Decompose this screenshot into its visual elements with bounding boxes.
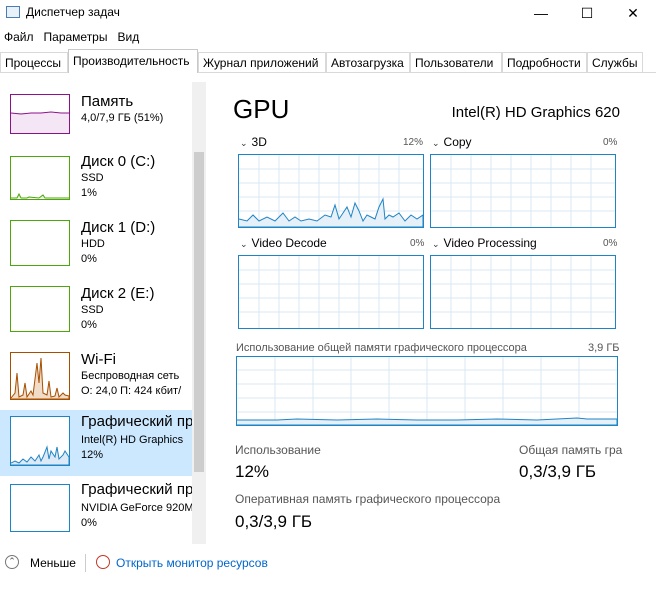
engine-copy-selector[interactable]: ⌄ Copy <box>432 135 472 149</box>
gpu-memory-value: 0,3/3,9 ГБ <box>235 512 313 531</box>
disk0-thumbnail <box>10 156 70 200</box>
sidebar-item-value: 0% <box>81 319 97 331</box>
shared-total-label: Общая память гра <box>519 443 623 457</box>
page-title: GPU <box>233 94 290 124</box>
close-button[interactable]: ✕ <box>610 0 656 26</box>
chevron-down-icon: ⌄ <box>432 239 440 249</box>
disk2-thumbnail <box>10 286 70 332</box>
engine-video-decode-label: Video Decode <box>251 236 327 250</box>
sidebar-item-detail: 4,0/7,9 ГБ (51%) <box>81 112 164 124</box>
open-resource-monitor-link[interactable]: Открыть монитор ресурсов <box>116 556 268 570</box>
chevron-up-icon[interactable]: ⌃ <box>5 555 19 569</box>
engine-3d-percent: 12% <box>403 137 424 148</box>
chevron-down-icon: ⌄ <box>240 239 248 249</box>
chevron-down-icon: ⌄ <box>432 138 440 148</box>
sidebar-item-name: Память <box>81 93 134 110</box>
sidebar-scrollbar[interactable] <box>192 82 206 544</box>
menu-options[interactable]: Параметры <box>40 27 114 44</box>
gpu-model-name: Intel(R) HD Graphics 620 <box>451 104 620 121</box>
menu-file[interactable]: Файл <box>0 27 40 44</box>
engine-copy-graph <box>430 154 616 228</box>
usage-value: 12% <box>235 462 270 481</box>
disk1-thumbnail <box>10 220 70 266</box>
sidebar-item-wifi[interactable]: Wi-Fi Беспроводная сеть О: 24,0 П: 424 к… <box>0 348 192 414</box>
engine-3d-graph <box>238 154 424 228</box>
tab-details[interactable]: Подробности <box>502 52 587 72</box>
sidebar-item-name: Графический пр <box>81 481 192 498</box>
tab-startup[interactable]: Автозагрузка <box>326 52 410 72</box>
wifi-thumbnail <box>10 352 70 400</box>
fewer-details-button[interactable]: Меньше <box>30 556 76 570</box>
shared-memory-max: 3,9 ГБ <box>588 342 620 354</box>
engine-video-processing-graph <box>430 255 616 329</box>
sidebar-item-detail: HDD <box>81 238 105 250</box>
tab-processes[interactable]: Процессы <box>0 52 68 72</box>
scrollbar-thumb[interactable] <box>194 152 204 472</box>
engine-copy-label: Copy <box>443 135 472 149</box>
window-title: Диспетчер задач <box>26 5 120 19</box>
sidebar-item-name: Диск 2 (E:) <box>81 285 155 302</box>
gpu1-thumbnail <box>10 484 70 532</box>
sidebar-item-memory[interactable]: Память 4,0/7,9 ГБ (51%) <box>0 90 192 156</box>
usage-label: Использование <box>235 443 321 457</box>
chevron-down-icon: ⌄ <box>240 138 248 148</box>
footer-bar: ⌃ Меньше Открыть монитор ресурсов <box>0 552 656 578</box>
engine-video-processing-label: Video Processing <box>443 236 537 250</box>
engine-video-decode-selector[interactable]: ⌄ Video Decode <box>240 236 327 250</box>
sidebar-item-name: Wi-Fi <box>81 351 116 368</box>
sidebar-item-gpu0[interactable]: Графический пр Intel(R) HD Graphics 12% <box>0 410 192 476</box>
sidebar-item-disk2[interactable]: Диск 2 (E:) SSD 0% <box>0 282 192 348</box>
shared-memory-label: Использование общей памяти графического … <box>236 342 527 354</box>
shared-total-value: 0,3/3,9 ГБ <box>519 462 597 481</box>
resource-sidebar: Память 4,0/7,9 ГБ (51%) Диск 0 (C:) SSD … <box>0 82 192 544</box>
menu-bar: Файл Параметры Вид <box>0 27 145 47</box>
task-manager-icon <box>6 6 20 18</box>
title-bar: Диспетчер задач — ☐ ✕ <box>0 0 656 26</box>
tab-performance[interactable]: Производительность <box>68 49 198 73</box>
sidebar-item-name: Диск 1 (D:) <box>81 219 156 236</box>
engine-video-decode-percent: 0% <box>410 238 425 249</box>
sidebar-item-detail: NVIDIA GeForce 920M <box>81 502 192 514</box>
sidebar-item-disk1[interactable]: Диск 1 (D:) HDD 0% <box>0 216 192 282</box>
engine-video-decode-graph <box>238 255 424 329</box>
sidebar-item-value: О: 24,0 П: 424 кбит/ <box>81 385 182 397</box>
tab-bar: Процессы Производительность Журнал прило… <box>0 49 656 73</box>
engine-video-processing-percent: 0% <box>603 238 618 249</box>
sidebar-item-detail: SSD <box>81 304 104 316</box>
gpu0-thumbnail <box>10 416 70 466</box>
resource-monitor-icon[interactable] <box>96 555 110 569</box>
sidebar-item-disk0[interactable]: Диск 0 (C:) SSD 1% <box>0 150 192 216</box>
gpu-memory-label: Оперативная память графического процессо… <box>235 492 501 506</box>
engine-copy-percent: 0% <box>603 137 618 148</box>
sidebar-item-value: 0% <box>81 253 97 265</box>
engine-video-processing-selector[interactable]: ⌄ Video Processing <box>432 236 537 250</box>
sidebar-item-value: 12% <box>81 449 104 461</box>
footer-divider <box>85 554 86 572</box>
sidebar-item-detail: Беспроводная сеть <box>81 370 180 382</box>
gpu-details-panel: GPU Intel(R) HD Graphics 620 ⌄ 3D 12% ⌄ Co… <box>220 82 656 544</box>
sidebar-item-name: Графический пр <box>81 413 192 430</box>
memory-thumbnail <box>10 94 70 134</box>
sidebar-item-detail: Intel(R) HD Graphics <box>81 434 184 446</box>
tab-app-history[interactable]: Журнал приложений <box>198 52 326 72</box>
sidebar-item-value: 1% <box>81 187 97 199</box>
menu-view[interactable]: Вид <box>113 27 145 44</box>
tab-services[interactable]: Службы <box>587 52 643 72</box>
tab-users[interactable]: Пользователи <box>410 52 502 72</box>
sidebar-item-value: 0% <box>81 517 97 529</box>
sidebar-item-detail: SSD <box>81 172 104 184</box>
minimize-button[interactable]: — <box>518 0 564 26</box>
engine-3d-label: 3D <box>251 135 267 149</box>
sidebar-item-gpu1[interactable]: Графический пр NVIDIA GeForce 920M 0% <box>0 478 192 544</box>
shared-memory-graph <box>236 356 618 426</box>
engine-3d-selector[interactable]: ⌄ 3D <box>240 135 267 149</box>
sidebar-item-name: Диск 0 (C:) <box>81 153 156 170</box>
maximize-button[interactable]: ☐ <box>564 0 610 26</box>
